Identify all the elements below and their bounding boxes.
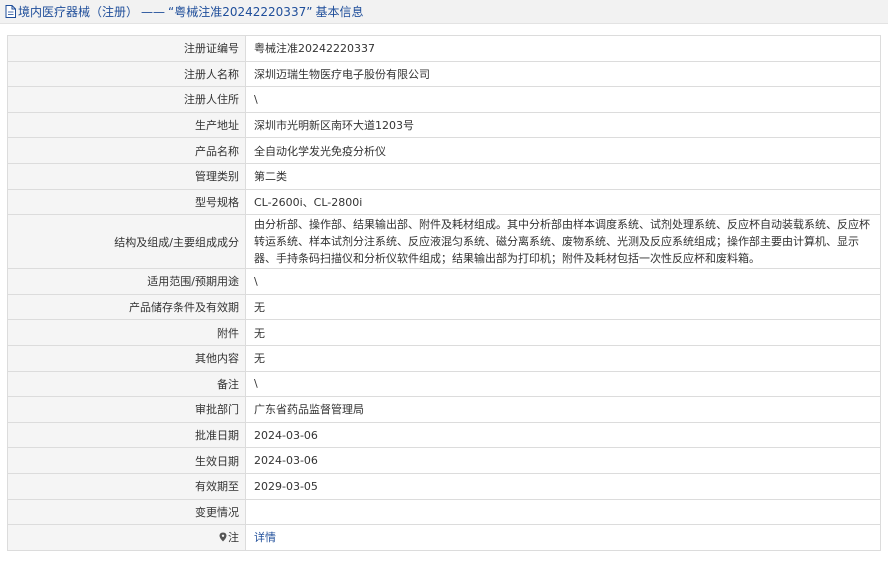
row-label: 备注 (7, 370, 246, 398)
row-value: 由分析部、操作部、结果输出部、附件及耗材组成。其中分析部由样本调度系统、试剂处理… (245, 214, 881, 270)
details-link[interactable]: 详情 (254, 531, 276, 544)
row-label: 注册证编号 (7, 35, 246, 62)
row-label: 注册人住所 (7, 86, 246, 113)
row-label: 有效期至 (7, 472, 246, 500)
note-value-cell: 详情 (245, 524, 881, 551)
table-row: 注册人名称 深圳迈瑞生物医疗电子股份有限公司 (7, 60, 881, 88)
row-label: 附件 (7, 319, 246, 346)
row-value: 2024-03-06 (245, 421, 881, 449)
note-label-cell: 注 (7, 524, 246, 551)
row-label: 型号规格 (7, 188, 246, 216)
table-row: 变更情况 (7, 498, 881, 526)
table-row: 产品名称 全自动化学发光免疫分析仪 (7, 137, 881, 164)
page-header: 境内医疗器械（注册） —— “粤械注准20242220337” 基本信息 (0, 0, 888, 24)
table-row: 型号规格 CL-2600i、CL-2800i (7, 188, 881, 216)
row-value: 2024-03-06 (245, 447, 881, 474)
row-value: 2029-03-05 (245, 472, 881, 500)
header-category: 境内医疗器械（注册） (18, 5, 139, 19)
row-value: 深圳迈瑞生物医疗电子股份有限公司 (245, 60, 881, 88)
pin-icon (219, 532, 227, 542)
row-value: \ (245, 268, 881, 295)
table-row: 审批部门 广东省药品监督管理局 (7, 396, 881, 423)
row-value (245, 498, 881, 526)
row-label: 批准日期 (7, 421, 246, 449)
table-row: 生效日期 2024-03-06 (7, 447, 881, 474)
row-value: 广东省药品监督管理局 (245, 396, 881, 423)
row-label: 产品名称 (7, 137, 246, 164)
row-value: 粤械注准20242220337 (245, 35, 881, 62)
document-icon (5, 5, 16, 18)
row-label: 产品储存条件及有效期 (7, 293, 246, 321)
row-value: CL-2600i、CL-2800i (245, 188, 881, 216)
row-label: 变更情况 (7, 498, 246, 526)
note-label: 注 (228, 531, 239, 545)
table-row: 管理类别 第二类 (7, 162, 881, 190)
table-row: 有效期至 2029-03-05 (7, 472, 881, 500)
row-value: 无 (245, 293, 881, 321)
table-row: 批准日期 2024-03-06 (7, 421, 881, 449)
table-row: 其他内容 无 (7, 344, 881, 372)
row-label: 管理类别 (7, 162, 246, 190)
note-row: 注 详情 (7, 524, 881, 551)
device-info-table: 注册证编号 粤械注准20242220337 注册人名称 深圳迈瑞生物医疗电子股份… (7, 35, 881, 551)
row-label: 其他内容 (7, 344, 246, 372)
table-row: 生产地址 深圳市光明新区南环大道1203号 (7, 111, 881, 139)
row-label: 生产地址 (7, 111, 246, 139)
row-value: 无 (245, 344, 881, 372)
table-row: 产品储存条件及有效期 无 (7, 293, 881, 321)
table-row: 注册人住所 \ (7, 86, 881, 113)
table-row: 结构及组成/主要组成成分 由分析部、操作部、结果输出部、附件及耗材组成。其中分析… (7, 214, 881, 270)
row-label: 注册人名称 (7, 60, 246, 88)
row-label: 结构及组成/主要组成成分 (7, 214, 246, 270)
row-value: 深圳市光明新区南环大道1203号 (245, 111, 881, 139)
row-label: 生效日期 (7, 447, 246, 474)
row-label: 审批部门 (7, 396, 246, 423)
table-row: 适用范围/预期用途 \ (7, 268, 881, 295)
row-value: \ (245, 370, 881, 398)
row-value: 第二类 (245, 162, 881, 190)
row-value: \ (245, 86, 881, 113)
header-suffix: 基本信息 (315, 5, 364, 19)
row-value: 全自动化学发光免疫分析仪 (245, 137, 881, 164)
table-row: 附件 无 (7, 319, 881, 346)
table-row: 备注 \ (7, 370, 881, 398)
table-row: 注册证编号 粤械注准20242220337 (7, 35, 881, 62)
row-value: 无 (245, 319, 881, 346)
header-separator: —— (141, 4, 166, 19)
row-label: 适用范围/预期用途 (7, 268, 246, 295)
header-reg-number: “粤械注准20242220337” (168, 5, 313, 19)
